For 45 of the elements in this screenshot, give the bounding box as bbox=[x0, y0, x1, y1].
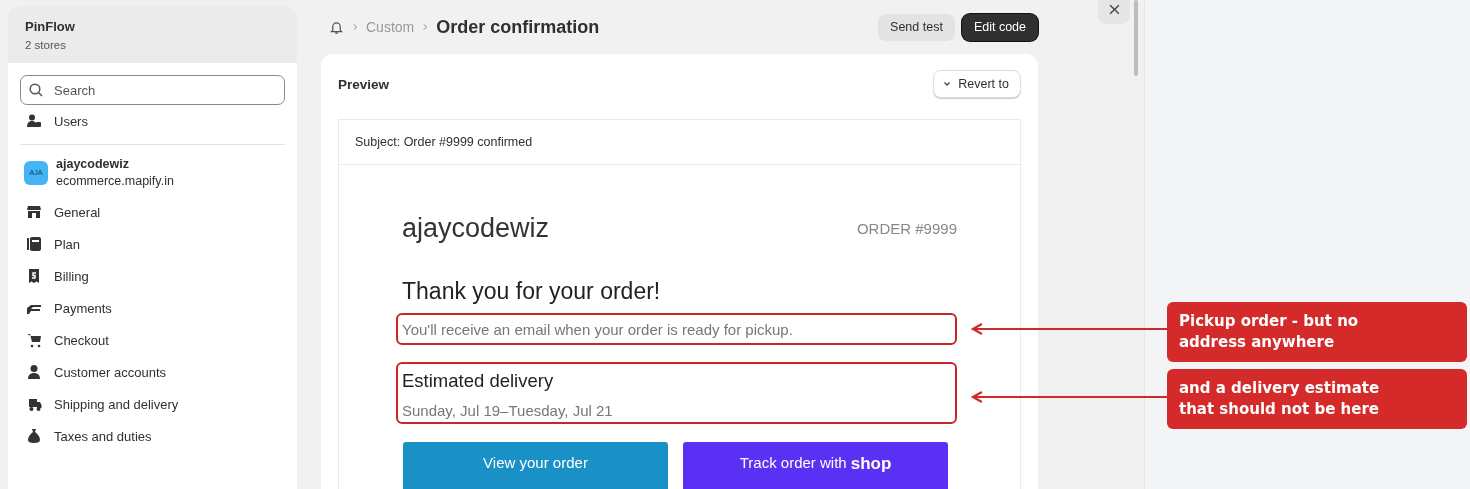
shop-name: ajaycodewiz bbox=[402, 213, 550, 244]
delivery-title: Estimated delivery bbox=[402, 370, 555, 392]
cart-icon bbox=[26, 332, 42, 348]
person-icon bbox=[26, 364, 42, 380]
annotation-callout: Pickup order - but no address anywhere bbox=[1167, 302, 1467, 362]
settings-nav-item[interactable]: Shipping and delivery bbox=[20, 388, 285, 420]
organization-name: PinFlow bbox=[25, 19, 76, 34]
money-bag-icon bbox=[26, 428, 42, 444]
page-title: Order confirmation bbox=[436, 16, 600, 38]
view-order-button[interactable]: View your order bbox=[403, 442, 668, 489]
send-test-button[interactable]: Send test bbox=[878, 13, 955, 41]
truck-icon bbox=[26, 396, 42, 412]
settings-nav-item[interactable]: Customer accounts bbox=[20, 356, 285, 388]
order-number: ORDER #9999 bbox=[856, 220, 957, 237]
settings-nav-item[interactable]: General bbox=[20, 196, 285, 228]
store-count: 2 stores bbox=[25, 39, 67, 51]
scrollbar-thumb[interactable] bbox=[1134, 0, 1138, 76]
users-icon bbox=[26, 113, 42, 129]
chevron-right-icon bbox=[351, 23, 359, 31]
settings-nav-item[interactable]: Billing bbox=[20, 260, 285, 292]
settings-nav-item[interactable]: Payments bbox=[20, 292, 285, 324]
store-name: ajaycodewiz bbox=[56, 157, 130, 171]
receipt-icon bbox=[26, 268, 42, 284]
track-order-button[interactable]: Track order with shop bbox=[683, 442, 948, 489]
edit-code-button[interactable]: Edit code bbox=[961, 13, 1038, 41]
settings-nav-item[interactable]: Plan bbox=[20, 228, 285, 260]
email-subject: Subject: Order #9999 confirmed bbox=[339, 120, 1020, 165]
annotation-callout: and a delivery estimate that should not be here bbox=[1167, 369, 1467, 429]
document-icon bbox=[26, 236, 42, 252]
settings-nav-item[interactable]: Taxes and duties bbox=[20, 420, 285, 452]
email-heading: Thank you for your order! bbox=[402, 278, 662, 305]
settings-nav-item[interactable]: Checkout bbox=[20, 324, 285, 356]
users-nav-item[interactable]: Users bbox=[20, 105, 285, 137]
card-title: Preview bbox=[338, 76, 390, 92]
search-icon bbox=[28, 82, 44, 98]
delivery-dates: Sunday, Jul 19–Tuesday, Jul 21 bbox=[402, 402, 614, 419]
search-field[interactable]: Search bbox=[20, 75, 285, 105]
chevron-right-icon bbox=[421, 23, 430, 31]
email-message: You'll receive an email when your order is ready for pickup. bbox=[402, 320, 794, 338]
store-domain: ecommerce.mapify.in bbox=[56, 174, 174, 188]
close-icon bbox=[1107, 2, 1121, 16]
close-button[interactable] bbox=[1098, 0, 1130, 24]
revert-dropdown[interactable]: Revert to bbox=[933, 70, 1021, 98]
store-icon bbox=[26, 204, 42, 220]
bell-icon[interactable] bbox=[329, 19, 344, 35]
